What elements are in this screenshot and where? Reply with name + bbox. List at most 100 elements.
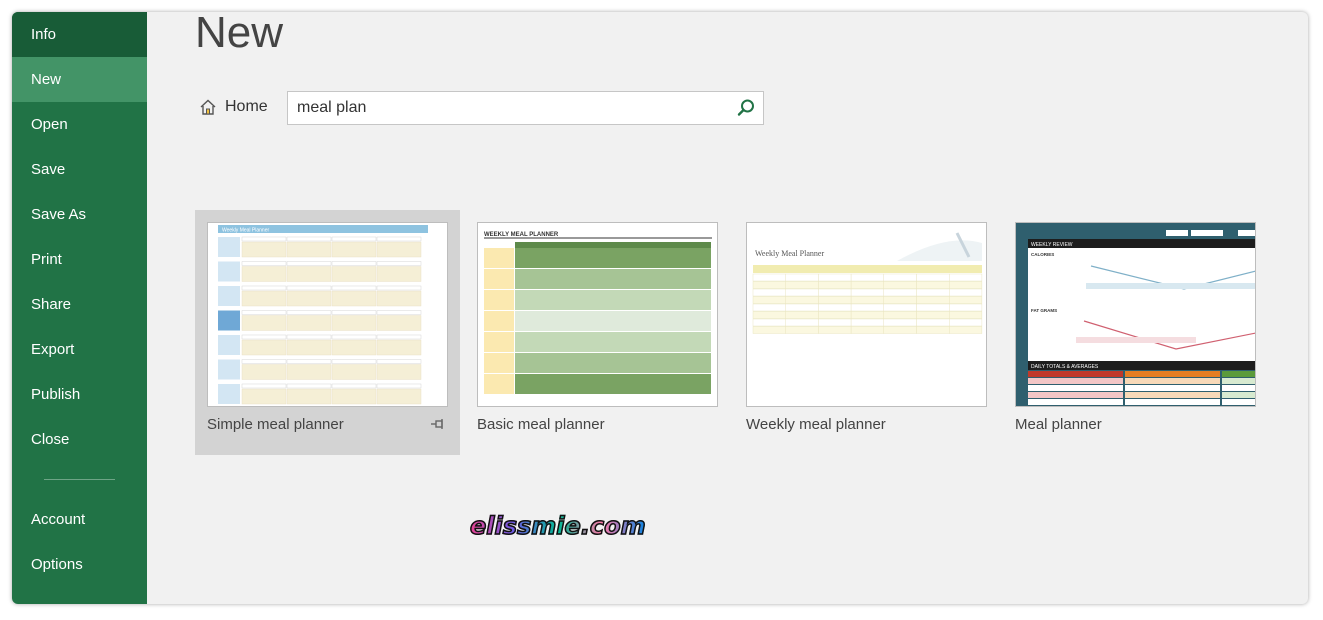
preview-cell (850, 311, 884, 319)
preview-cell (948, 273, 983, 282)
preview-cell (376, 310, 422, 315)
preview-cell (1028, 399, 1123, 405)
preview-cell (484, 332, 514, 352)
preview-cell (752, 273, 786, 282)
sidebar-item-open[interactable]: Open (12, 102, 147, 147)
preview-cell (916, 326, 950, 334)
home-link[interactable]: Home (199, 98, 268, 116)
preview-cell (376, 334, 422, 340)
watermark: elissmie.com (469, 511, 646, 541)
preview-cell (331, 290, 377, 307)
preview-cell (241, 266, 287, 282)
preview-cell (331, 334, 377, 340)
preview-cell (484, 374, 514, 394)
sidebar-item-account[interactable]: Account (12, 497, 147, 542)
preview-cell (331, 359, 377, 364)
preview-cell (1028, 385, 1123, 391)
preview-cell (286, 359, 332, 364)
preview-cell (850, 281, 884, 289)
preview-cell (241, 241, 287, 258)
preview-cell (515, 374, 711, 394)
preview-cell (785, 318, 819, 327)
preview-cell (331, 266, 377, 282)
preview-cell (948, 288, 983, 297)
preview-cell (948, 311, 983, 319)
preview-cell (218, 237, 240, 257)
preview-cell (241, 261, 287, 266)
preview-cell (785, 303, 819, 312)
sidebar-item-save[interactable]: Save (12, 147, 147, 192)
preview-cell (752, 311, 786, 319)
home-label: Home (225, 98, 268, 115)
sidebar-item-options[interactable]: Options (12, 542, 147, 587)
sidebar-item-save-as[interactable]: Save As (12, 192, 147, 237)
sidebar-item-new[interactable]: New (12, 57, 147, 102)
weekly-meal-planner-preview: Weekly Meal Planner (752, 232, 983, 334)
preview-cell (752, 303, 786, 312)
preview-calories: CALORIES (1031, 252, 1054, 257)
preview-cell (818, 303, 852, 312)
sidebar-item-print[interactable]: Print (12, 237, 147, 282)
preview-title: Weekly Meal Planner (755, 249, 824, 258)
preview-cell (752, 326, 786, 334)
preview-title: Weekly Meal Planner (222, 228, 269, 234)
sidebar-item-close[interactable]: Close (12, 417, 147, 462)
preview-cell (241, 236, 287, 242)
preview-cell (1125, 378, 1220, 384)
template-card-weekly-meal-planner[interactable]: Weekly Meal Planner Weekly meal planner (734, 210, 999, 455)
preview-cell (883, 303, 917, 312)
preview-cell (1028, 378, 1123, 384)
template-card-basic-meal-planner[interactable]: WEEKLY MEAL PLANNER Basic meal planner (465, 210, 730, 455)
preview-cell (785, 296, 819, 304)
template-card-meal-planner[interactable]: WEEKLY REVIEW CALORIES FAT GRAMS DAILY T… (1003, 210, 1268, 455)
preview-cell (331, 388, 377, 405)
preview-cell (916, 303, 950, 312)
preview-cell (850, 273, 884, 282)
preview-cell (331, 364, 377, 380)
preview-cell (1125, 399, 1220, 405)
sidebar-item-export[interactable]: Export (12, 327, 147, 372)
sidebar-item-info[interactable]: Info (12, 12, 147, 57)
preview-cell (515, 248, 711, 268)
preview-cell (286, 383, 332, 389)
preview-cell (515, 311, 711, 331)
preview-cell (515, 353, 711, 373)
preview-cell (883, 326, 917, 334)
preview-cell (376, 339, 422, 356)
preview-cell (331, 236, 377, 242)
preview-cell (752, 318, 786, 327)
watermark-text: elissmie.com (469, 511, 646, 541)
preview-cell (883, 281, 917, 289)
preview-cell (376, 241, 422, 258)
pin-icon[interactable] (430, 416, 446, 432)
preview-daily-totals: DAILY TOTALS & AVERAGES (1031, 364, 1099, 370)
preview-cell (850, 296, 884, 304)
preview-cell (948, 296, 983, 304)
preview-cell (484, 290, 514, 310)
preview-cell (515, 269, 711, 289)
preview-cell (218, 359, 240, 380)
preview-cell (1028, 392, 1123, 398)
search-button[interactable] (735, 97, 757, 119)
preview-cell (376, 266, 422, 282)
preview-cell (948, 318, 983, 327)
preview-cell (286, 236, 332, 242)
sidebar-item-publish[interactable]: Publish (12, 372, 147, 417)
preview-cell (376, 359, 422, 364)
preview-cell (785, 273, 819, 282)
preview-cell (785, 288, 819, 297)
sidebar-item-share[interactable]: Share (12, 282, 147, 327)
template-card-simple-meal-planner[interactable]: Weekly Meal Planner Simple meal planner (195, 210, 460, 455)
preview-cell (241, 310, 287, 315)
preview-cell (850, 318, 884, 327)
preview-cell (752, 281, 786, 289)
preview-cell (241, 334, 287, 340)
preview-cell (916, 318, 950, 327)
preview-cell (241, 290, 287, 307)
preview-cell (785, 326, 819, 334)
preview-cell (331, 383, 377, 389)
preview-cell (218, 384, 240, 404)
search-input[interactable] (297, 97, 717, 119)
preview-cell (850, 288, 884, 297)
preview-cell (218, 286, 240, 306)
